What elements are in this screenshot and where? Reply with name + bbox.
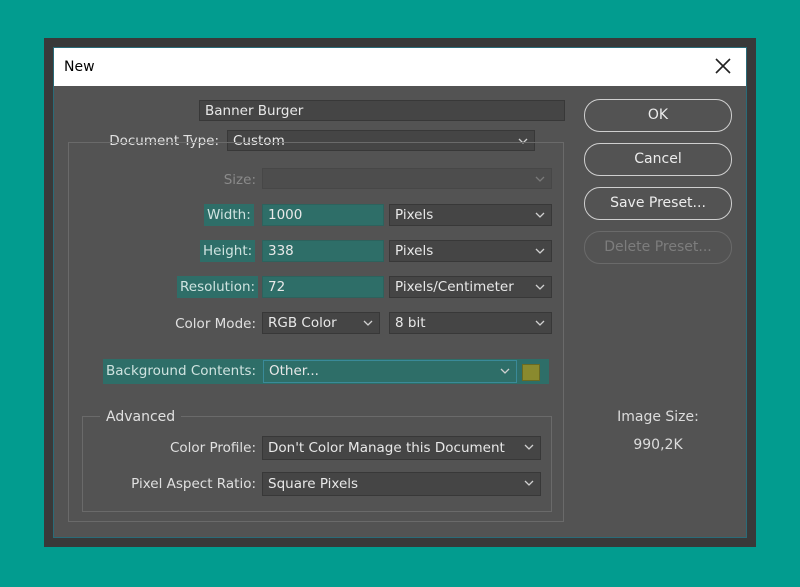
advanced-legend: Advanced bbox=[100, 409, 182, 425]
chevron-down-icon bbox=[535, 176, 545, 182]
color-mode-value: RGB Color bbox=[268, 315, 337, 331]
height-label: Height: bbox=[200, 240, 256, 262]
chevron-down-icon bbox=[363, 320, 373, 326]
name-input[interactable]: Banner Burger bbox=[199, 100, 565, 121]
width-input[interactable]: 1000 bbox=[262, 204, 384, 226]
width-unit-value: Pixels bbox=[395, 207, 434, 223]
pixel-aspect-ratio-select[interactable]: Square Pixels bbox=[262, 472, 541, 496]
height-unit-value: Pixels bbox=[395, 243, 434, 259]
background-color-swatch[interactable] bbox=[522, 364, 540, 381]
chevron-down-icon bbox=[524, 480, 534, 486]
resolution-label: Resolution: bbox=[177, 276, 259, 298]
save-preset-button[interactable]: Save Preset... bbox=[584, 187, 732, 220]
width-label: Width: bbox=[204, 204, 254, 226]
color-profile-select[interactable]: Don't Color Manage this Document bbox=[262, 436, 541, 460]
resolution-unit-select[interactable]: Pixels/Centimeter bbox=[389, 276, 552, 298]
chevron-down-icon bbox=[524, 444, 534, 450]
ok-button[interactable]: OK bbox=[584, 99, 732, 132]
resolution-unit-value: Pixels/Centimeter bbox=[395, 279, 514, 295]
chevron-down-icon bbox=[535, 248, 545, 254]
advanced-group bbox=[82, 416, 552, 512]
height-input[interactable]: 338 bbox=[262, 240, 384, 262]
chevron-down-icon bbox=[535, 320, 545, 326]
background-contents-value: Other... bbox=[269, 363, 319, 379]
pixel-aspect-ratio-label: Pixel Aspect Ratio: bbox=[131, 476, 256, 492]
image-size-label: Image Size: bbox=[617, 409, 699, 425]
background-contents-label: Background Contents: bbox=[106, 363, 257, 379]
size-label: Size: bbox=[223, 172, 256, 188]
background-contents-select[interactable]: Other... bbox=[263, 360, 517, 383]
color-mode-select[interactable]: RGB Color bbox=[262, 312, 380, 334]
color-profile-value: Don't Color Manage this Document bbox=[268, 440, 505, 456]
cancel-button[interactable]: Cancel bbox=[584, 143, 732, 176]
bit-depth-select[interactable]: 8 bit bbox=[389, 312, 552, 334]
pixel-aspect-ratio-value: Square Pixels bbox=[268, 476, 359, 492]
color-profile-label: Color Profile: bbox=[169, 440, 256, 456]
resolution-input[interactable]: 72 bbox=[262, 276, 384, 298]
chevron-down-icon bbox=[535, 212, 545, 218]
title-bar: New bbox=[54, 48, 746, 86]
bit-depth-value: 8 bit bbox=[395, 315, 426, 331]
chevron-down-icon bbox=[535, 284, 545, 290]
chevron-down-icon bbox=[500, 368, 510, 374]
image-size-value: 990,2K bbox=[633, 437, 683, 453]
new-document-dialog: New Name: Banner Burger Document Type: C… bbox=[54, 48, 746, 537]
delete-preset-button: Delete Preset... bbox=[584, 231, 732, 264]
size-select bbox=[262, 168, 552, 189]
close-icon[interactable] bbox=[712, 54, 734, 78]
width-unit-select[interactable]: Pixels bbox=[389, 204, 552, 226]
color-mode-label: Color Mode: bbox=[175, 316, 256, 332]
dialog-title: New bbox=[64, 59, 95, 75]
height-unit-select[interactable]: Pixels bbox=[389, 240, 552, 262]
